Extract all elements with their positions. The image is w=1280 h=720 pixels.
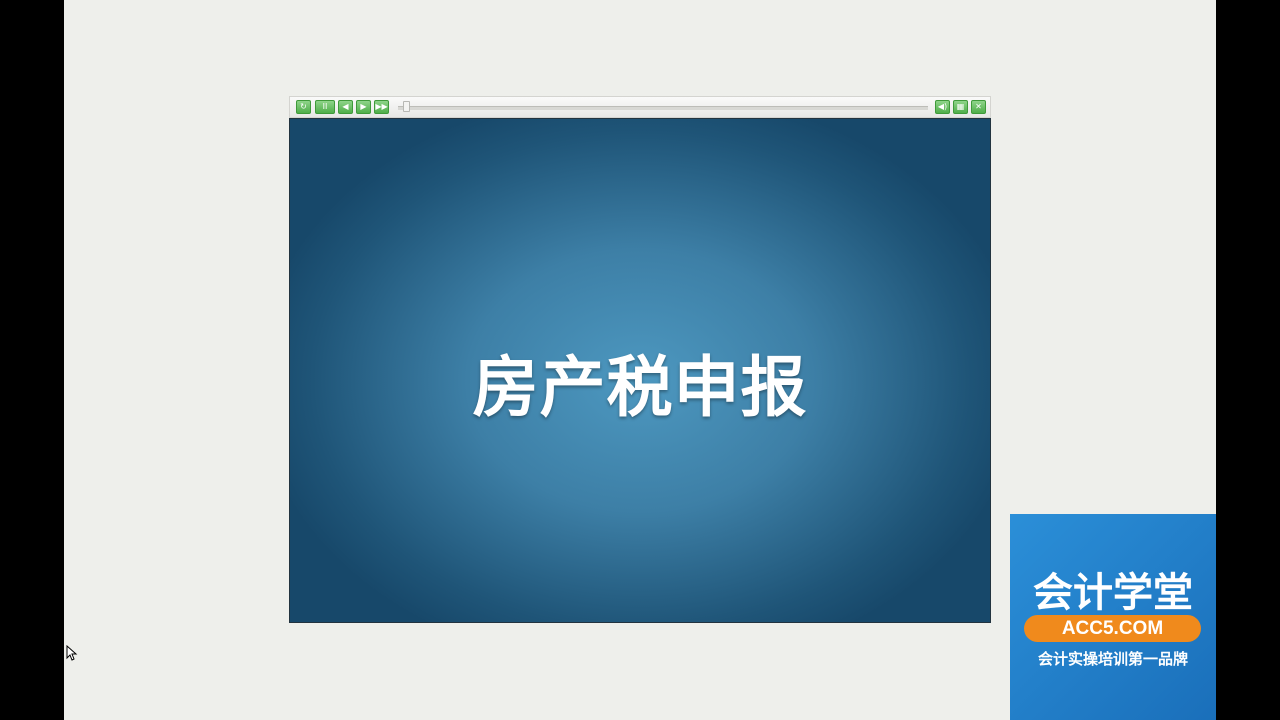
pause-icon: II xyxy=(322,102,328,111)
next-icon: ▶ xyxy=(360,102,367,111)
replay-button[interactable]: ↻ xyxy=(296,100,311,114)
volume-icon: ◀) xyxy=(937,102,948,111)
brand-watermark: 会计学堂 ACC5.COM 会计实操培训第一品牌 xyxy=(1010,514,1216,720)
brand-name: 会计学堂 xyxy=(1033,570,1193,616)
slide-stage: 房产税申报 xyxy=(289,118,991,623)
fast-forward-button[interactable]: ▶▶ xyxy=(374,100,389,114)
print-icon: ▦ xyxy=(956,102,965,111)
close-icon: ✕ xyxy=(975,102,982,111)
player-toolbar: ↻ II ◀ ▶ ▶▶ ◀) ▦ ✕ xyxy=(289,96,991,118)
brand-url: ACC5.COM xyxy=(1024,615,1201,642)
slide-title: 房产税申报 xyxy=(472,349,808,426)
progress-track[interactable] xyxy=(398,106,928,110)
previous-icon: ◀ xyxy=(342,102,349,111)
brand-tagline: 会计实操培训第一品牌 xyxy=(1037,650,1188,668)
pause-button[interactable]: II xyxy=(315,100,335,114)
volume-button[interactable]: ◀) xyxy=(935,100,950,114)
next-button[interactable]: ▶ xyxy=(356,100,371,114)
progress-thumb[interactable] xyxy=(403,101,411,112)
desktop-area: ↻ II ◀ ▶ ▶▶ ◀) ▦ ✕ 房产税申报 会计学堂 ACC5.COM 会… xyxy=(64,0,1216,720)
replay-icon: ↻ xyxy=(300,102,307,111)
fast-forward-icon: ▶▶ xyxy=(375,102,388,111)
previous-button[interactable]: ◀ xyxy=(338,100,353,114)
mouse-cursor-icon xyxy=(66,645,78,661)
close-button[interactable]: ✕ xyxy=(971,100,986,114)
print-button[interactable]: ▦ xyxy=(953,100,968,114)
flash-player: ↻ II ◀ ▶ ▶▶ ◀) ▦ ✕ 房产税申报 xyxy=(289,96,991,623)
